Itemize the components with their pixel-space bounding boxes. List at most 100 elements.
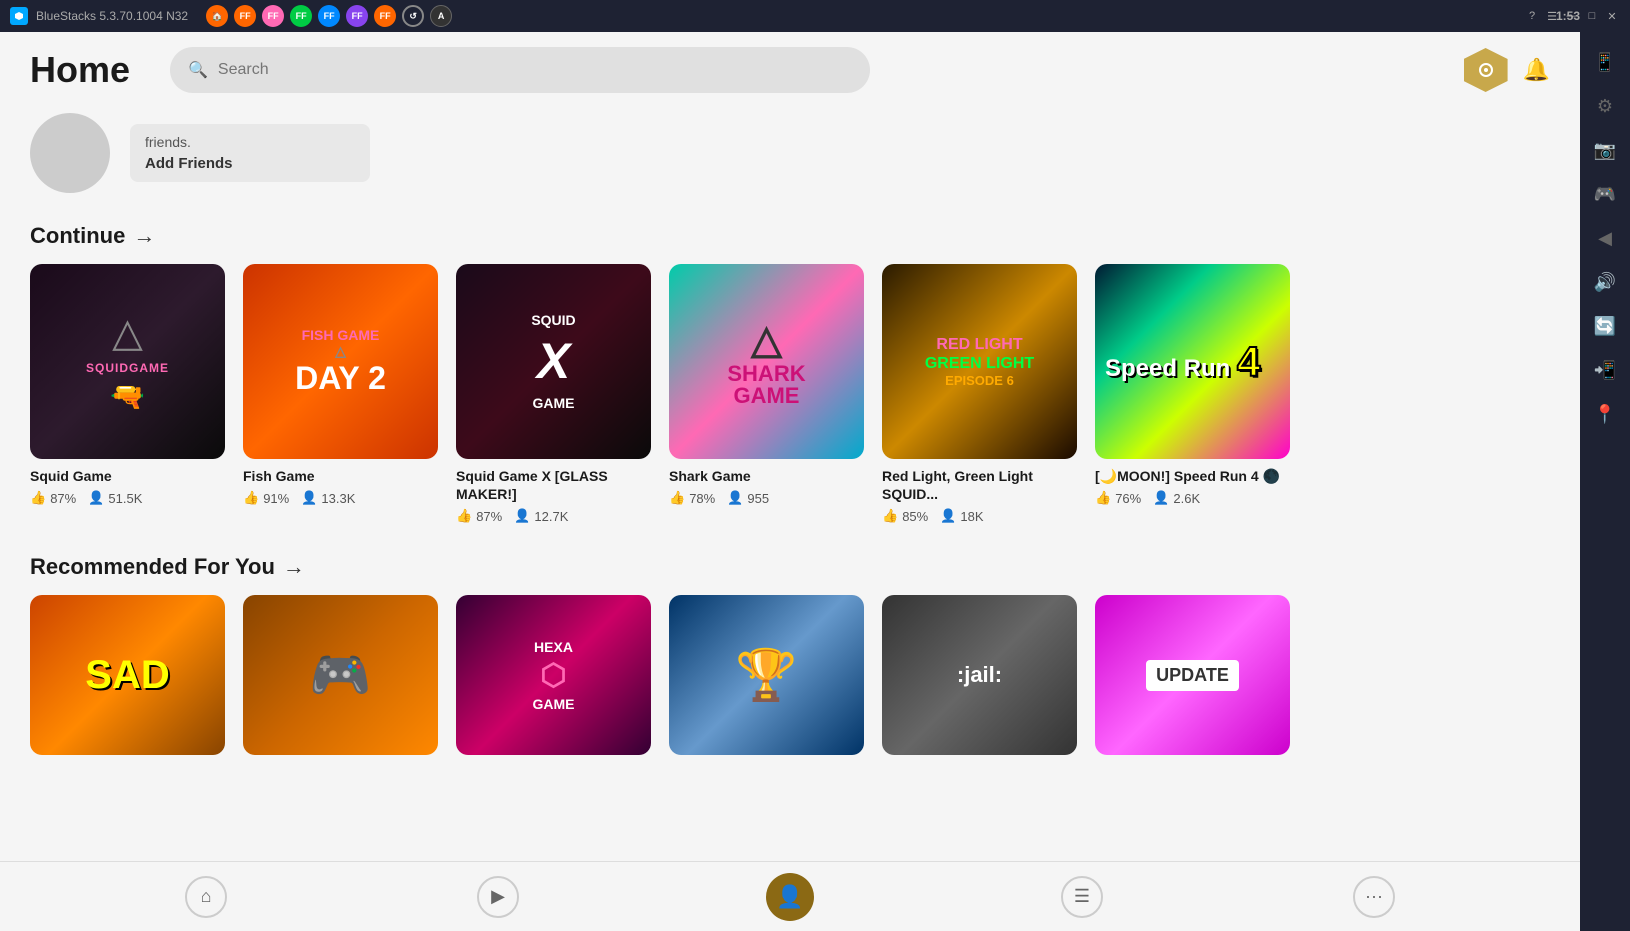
header-right: 🔔	[1464, 48, 1550, 92]
game-thumb-red-light: RED LIGHT GREEN LIGHT EPISODE 6	[882, 264, 1077, 459]
game-stats-squid-x: 👍 87% 👤 12.7K	[456, 508, 651, 524]
rating-value: 91%	[263, 491, 289, 506]
game-thumb-squid-game: △ SQUIDGAME 🔫	[30, 264, 225, 459]
sidebar-phone-icon[interactable]: 📱	[1585, 42, 1625, 82]
nav-list[interactable]: ☰	[1058, 873, 1106, 921]
game-title-fish-game: Fish Game	[243, 467, 438, 485]
players-value: 955	[747, 491, 769, 506]
system-time: 1:53	[1556, 9, 1580, 23]
instance-ff-2[interactable]: FF	[262, 5, 284, 27]
rating-value: 87%	[476, 509, 502, 524]
instance-ff-4[interactable]: FF	[318, 5, 340, 27]
players-icon: 👤	[1153, 490, 1169, 506]
play-nav-icon: ▶	[477, 876, 519, 918]
game-card-hexa[interactable]: HEXA ⬡ GAME	[456, 595, 651, 755]
sidebar-location-icon[interactable]: 📍	[1585, 394, 1625, 434]
players-value: 2.6K	[1173, 491, 1200, 506]
game-card-jail[interactable]: :jail:	[882, 595, 1077, 755]
add-friends-label[interactable]: Add Friends	[145, 155, 355, 172]
content-area: friends. Add Friends Continue → △ SQUIDG…	[0, 103, 1580, 855]
game-title-speed-run: [🌙MOON!] Speed Run 4 🌑	[1095, 467, 1290, 485]
list-nav-icon: ☰	[1061, 876, 1103, 918]
recommended-section: Recommended For You → SAD 🎮	[30, 554, 1550, 835]
game-card-sad[interactable]: SAD	[30, 595, 225, 755]
instance-ff-3[interactable]: FF	[290, 5, 312, 27]
refresh-icon[interactable]: ↺	[402, 5, 424, 27]
continue-arrow-icon[interactable]: →	[133, 223, 155, 249]
thumbs-up-icon: 👍	[1095, 490, 1111, 506]
rating-value: 87%	[50, 491, 76, 506]
hex-badge[interactable]	[1464, 48, 1508, 92]
game-card-game2[interactable]: 🎮	[243, 595, 438, 755]
rating-value: 78%	[689, 491, 715, 506]
game-card-blue[interactable]: 🏆	[669, 595, 864, 755]
recommended-section-header: Recommended For You →	[30, 554, 1550, 580]
right-sidebar: 📱 ⚙ 📷 🎮 ◀ 🔊 🔄 📲 📍	[1580, 32, 1630, 931]
sidebar-controller-icon[interactable]: 🎮	[1585, 174, 1625, 214]
header: Home 🔍 🔔	[0, 32, 1580, 103]
game-card-fish-game[interactable]: FISH GAME △ DAY 2 Fish Game 👍 91% 👤 13.	[243, 264, 438, 524]
recommended-arrow-icon[interactable]: →	[283, 554, 305, 580]
bluestacks-logo	[10, 7, 28, 25]
game-card-update[interactable]: UPDATE	[1095, 595, 1290, 755]
page-title: Home	[30, 49, 150, 91]
home-tab-icon[interactable]: 🏠	[206, 5, 228, 27]
nav-avatar[interactable]: 👤	[766, 873, 814, 921]
sidebar-settings-icon[interactable]: ⚙	[1585, 86, 1625, 126]
instance-ff-1[interactable]: FF	[234, 5, 256, 27]
instance-ff-6[interactable]: FF	[374, 5, 396, 27]
letter-a-icon[interactable]: A	[430, 5, 452, 27]
game-title-red-light: Red Light, Green Light SQUID...	[882, 467, 1077, 503]
players-value: 13.3K	[321, 491, 355, 506]
players-icon: 👤	[88, 490, 104, 506]
game-stats-squid-game: 👍 87% 👤 51.5K	[30, 490, 225, 506]
maximize-btn[interactable]: □	[1584, 8, 1600, 24]
players-squid-game: 👤 51.5K	[88, 490, 142, 506]
players-shark-game: 👤 955	[727, 490, 769, 506]
nav-home[interactable]: ⌂	[182, 873, 230, 921]
continue-section-header: Continue →	[30, 223, 1550, 249]
game-thumb-hexa: HEXA ⬡ GAME	[456, 595, 651, 755]
home-nav-icon: ⌂	[185, 876, 227, 918]
close-btn[interactable]: ✕	[1604, 8, 1620, 24]
nav-play[interactable]: ▶	[474, 873, 522, 921]
game-title-squid-x: Squid Game X [GLASS MAKER!]	[456, 467, 651, 503]
nav-more[interactable]: ···	[1350, 873, 1398, 921]
players-value: 18K	[960, 509, 983, 524]
game-card-speed-run[interactable]: Speed Run 4 [🌙MOON!] Speed Run 4 🌑 👍 76%…	[1095, 264, 1290, 524]
sidebar-volume-icon[interactable]: 🔊	[1585, 262, 1625, 302]
game-card-red-light[interactable]: RED LIGHT GREEN LIGHT EPISODE 6 Red Ligh…	[882, 264, 1077, 524]
continue-games-grid: △ SQUIDGAME 🔫 Squid Game 👍 87% 👤 51.5K	[30, 264, 1550, 524]
app-title: BlueStacks 5.3.70.1004 N32	[36, 9, 188, 23]
game-stats-red-light: 👍 85% 👤 18K	[882, 508, 1077, 524]
notification-bell-icon[interactable]: 🔔	[1523, 57, 1550, 83]
game-thumb-fish-game: FISH GAME △ DAY 2	[243, 264, 438, 459]
friends-section: friends. Add Friends	[30, 103, 1550, 213]
thumbs-up-icon: 👍	[882, 508, 898, 524]
sidebar-back-icon[interactable]: ◀	[1585, 218, 1625, 258]
search-bar[interactable]: 🔍	[170, 47, 870, 93]
rating-squid-game: 👍 87%	[30, 490, 76, 506]
sidebar-rotate-icon[interactable]: 🔄	[1585, 306, 1625, 346]
rating-value: 85%	[902, 509, 928, 524]
instance-ff-5[interactable]: FF	[346, 5, 368, 27]
game-thumb-squid-x: SQUID X GAME	[456, 264, 651, 459]
players-icon: 👤	[940, 508, 956, 524]
continue-title: Continue	[30, 223, 125, 249]
game-card-shark-game[interactable]: △ SHARKGAME Shark Game 👍 78% 👤 955	[669, 264, 864, 524]
game-stats-speed-run: 👍 76% 👤 2.6K	[1095, 490, 1290, 506]
main-content: Home 🔍 🔔 friends. Add Fr	[0, 32, 1580, 931]
more-nav-icon: ···	[1353, 876, 1395, 918]
game-title-shark-game: Shark Game	[669, 467, 864, 485]
sidebar-screen-icon[interactable]: 📲	[1585, 350, 1625, 390]
sidebar-camera-icon[interactable]: 📷	[1585, 130, 1625, 170]
avatar-nav-icon: 👤	[766, 873, 814, 921]
search-input[interactable]	[218, 61, 852, 79]
help-btn[interactable]: ?	[1524, 8, 1540, 24]
game-card-squid-x[interactable]: SQUID X GAME Squid Game X [GLASS MAKER!]…	[456, 264, 651, 524]
thumbs-up-icon: 👍	[669, 490, 685, 506]
game-card-squid-game[interactable]: △ SQUIDGAME 🔫 Squid Game 👍 87% 👤 51.5K	[30, 264, 225, 524]
players-fish-game: 👤 13.3K	[301, 490, 355, 506]
rating-value: 76%	[1115, 491, 1141, 506]
players-icon: 👤	[514, 508, 530, 524]
